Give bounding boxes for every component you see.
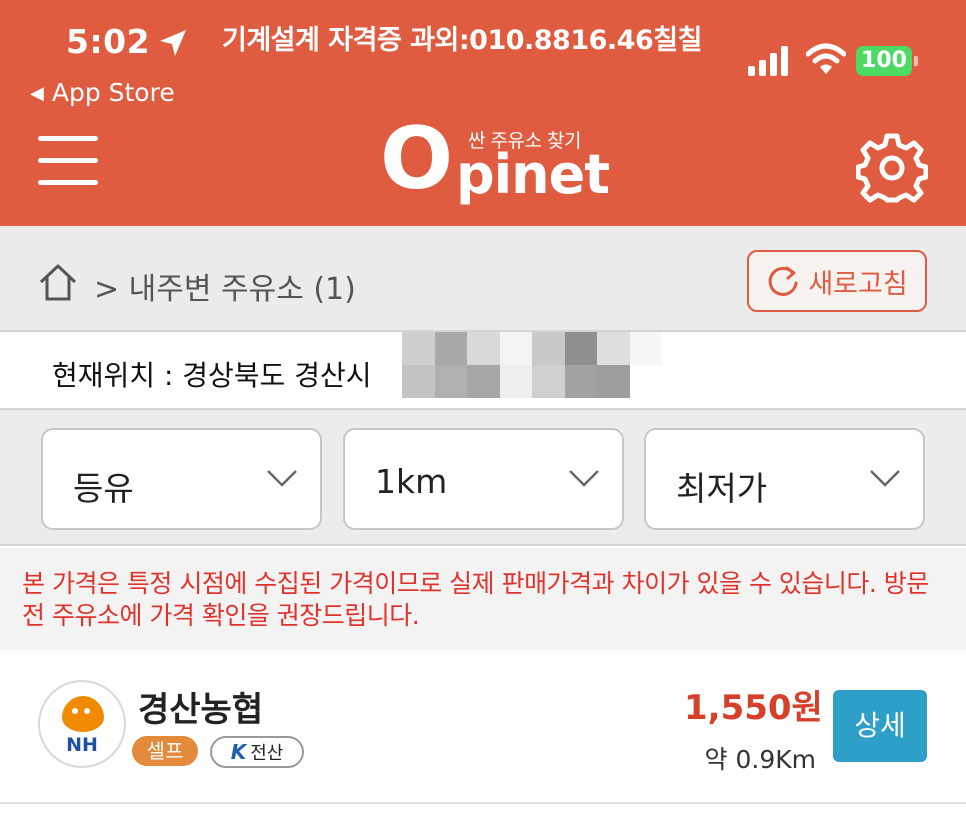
fuel-type-select[interactable]: 등유 (41, 428, 322, 530)
filter-bar: 등유 1km 최저가 (0, 410, 966, 546)
payment-badge: K 전산 (210, 736, 304, 768)
sort-value: 최저가 (676, 469, 768, 508)
price-notice: 본 가격은 특정 시점에 수집된 가격이므로 실제 판매가격과 차이가 있을 수… (0, 548, 966, 650)
app-header: 5:02 기계설계 자격증 과외:010.8816.46칠칠 ◀ App Stor… (0, 0, 966, 226)
settings-gear-icon[interactable] (856, 132, 928, 204)
menu-line (38, 180, 98, 185)
cellular-signal-icon (748, 46, 788, 76)
payment-mark-icon: K (230, 740, 247, 764)
brand-label: NH (66, 734, 98, 756)
nh-brand-logo: NH (38, 680, 126, 768)
radius-value: 1km (375, 462, 448, 501)
current-location-row: 현재위치 : 경상북도 경산시 (0, 332, 966, 410)
breadcrumb-path: > 내주변 주유소 (1) (94, 272, 356, 307)
station-name: 경산농협 (138, 690, 264, 730)
redacted-address (402, 332, 662, 398)
breadcrumb: > 내주변 주유소 (1) 새로고침 (0, 226, 966, 332)
self-service-badge: 셀프 (132, 736, 198, 766)
battery-indicator: 100 (856, 44, 918, 78)
nh-face-icon (62, 696, 104, 732)
payment-label: 전산 (250, 743, 284, 764)
radius-select[interactable]: 1km (343, 428, 624, 530)
back-label: App Store (51, 78, 175, 107)
sort-select[interactable]: 최저가 (644, 428, 925, 530)
chevron-down-icon (267, 470, 297, 487)
battery-level: 100 (856, 46, 912, 76)
current-location-text: 현재위치 : 경상북도 경산시 (52, 359, 372, 392)
location-arrow-icon (160, 30, 186, 56)
status-message: 기계설계 자격증 과외:010.8816.46칠칠 (222, 25, 702, 56)
detail-button[interactable]: 상세 (833, 690, 927, 762)
logo-text: pinet (456, 143, 610, 206)
opinet-logo: O 싼 주유소 찾기 pinet (376, 109, 610, 212)
refresh-icon (768, 266, 798, 296)
logo-o: O (380, 109, 454, 209)
wifi-icon (806, 43, 846, 74)
price-notice-text: 본 가격은 특정 시점에 수집된 가격이므로 실제 판매가격과 차이가 있을 수… (22, 569, 929, 630)
station-price: 1,550원 (684, 688, 823, 728)
refresh-label: 새로고침 (808, 268, 908, 300)
hamburger-menu-button[interactable] (38, 134, 100, 188)
battery-tip (914, 56, 918, 66)
back-to-app-store[interactable]: ◀ App Store (30, 78, 175, 107)
refresh-button[interactable]: 새로고침 (747, 250, 927, 312)
back-triangle-icon: ◀ (30, 83, 44, 104)
fuel-type-value: 등유 (73, 469, 134, 508)
home-icon[interactable] (38, 262, 78, 302)
menu-line (38, 136, 98, 141)
status-time: 5:02 (66, 22, 151, 61)
station-distance: 약 0.9Km (704, 745, 816, 774)
chevron-down-icon (569, 470, 599, 487)
list-item[interactable]: NH 경산농협 셀프 K 전산 1,550원 약 0.9Km 상세 (0, 652, 966, 804)
menu-line (38, 158, 98, 163)
chevron-down-icon (870, 470, 900, 487)
